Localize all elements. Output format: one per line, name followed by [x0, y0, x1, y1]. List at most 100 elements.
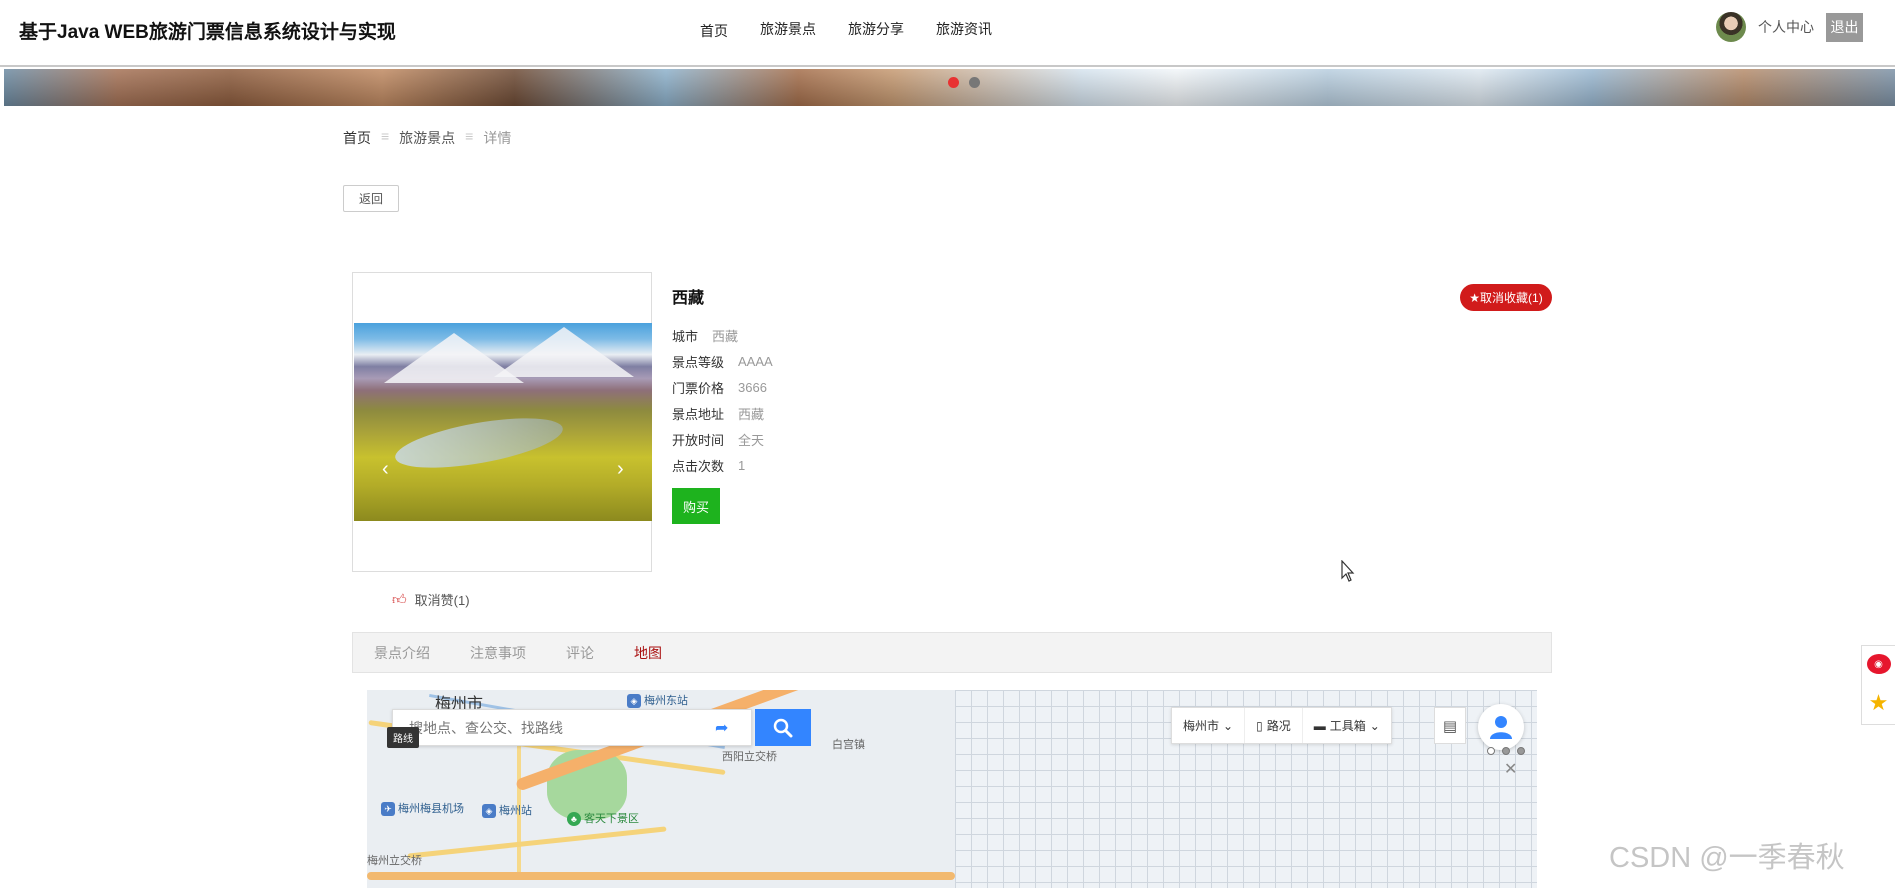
nav-travel-share[interactable]: 旅游分享: [848, 19, 904, 39]
map-label-airport: ✈ 梅州梅县机场: [381, 800, 464, 817]
map-toolbar: 梅州市 ⌄ ▯ 路况 ▬ 工具箱 ⌄: [1171, 707, 1392, 744]
info-row-level: 景点等级 AAAA: [672, 348, 773, 374]
tab-map[interactable]: 地图: [634, 643, 662, 663]
map-label-baigong: 白宫镇: [832, 739, 865, 751]
logout-button[interactable]: 退出: [1826, 12, 1863, 42]
chevron-down-icon: ⌄: [1223, 718, 1234, 733]
close-icon[interactable]: ✕: [1504, 759, 1517, 779]
breadcrumb-scenic-spots[interactable]: 旅游景点: [399, 128, 455, 148]
info-row-clicks: 点击次数 1: [672, 452, 773, 478]
airport-icon: ✈: [381, 802, 395, 817]
field-label: 景点等级: [672, 354, 725, 370]
buy-button[interactable]: 购买: [672, 488, 720, 524]
tab-introduction[interactable]: 景点介绍: [374, 643, 430, 663]
thumbs-up-icon: 👍︎: [392, 591, 407, 607]
banner-carousel: [4, 69, 1895, 106]
field-value: 西藏: [712, 328, 739, 344]
map-road: [407, 826, 667, 859]
prev-arrow-icon[interactable]: ‹: [382, 458, 389, 481]
traffic-toggle[interactable]: ▯ 路况: [1245, 708, 1303, 743]
train-station-icon: ◈: [627, 694, 641, 709]
map-search-button[interactable]: [755, 709, 811, 746]
user-area: 个人中心 退出: [1716, 12, 1863, 42]
traffic-light-icon: ▯: [1256, 718, 1263, 733]
breadcrumb-separator: ≡: [381, 128, 390, 144]
watermark: CSDN @一季春秋: [1609, 842, 1845, 874]
message-icon: ▤: [1442, 717, 1458, 735]
map-widget[interactable]: 梅州市 ◈ 梅州东站 西阳立交桥 白宫镇 ✈ 梅州梅县机场 ◈ 梅州站 ♣ 客天下景区 …: [367, 690, 1537, 888]
tab-notes[interactable]: 注意事项: [470, 643, 526, 663]
field-value: 3666: [738, 379, 767, 395]
directions-icon[interactable]: ➦: [715, 718, 728, 738]
map-label-interchange-west: 西阳立交桥: [722, 751, 777, 763]
avatar[interactable]: [1716, 12, 1746, 42]
spot-info: 西藏 城市 西藏 景点等级 AAAA 门票价格 3666 景点地址 西藏 开放时…: [672, 284, 773, 524]
map-pager-dot[interactable]: [1502, 747, 1510, 755]
user-center-link[interactable]: 个人中心: [1758, 17, 1814, 37]
map-label-station: ◈ 梅州站: [482, 802, 532, 819]
field-value: AAAA: [738, 353, 773, 369]
breadcrumb: 首页 ≡ 旅游景点 ≡ 详情: [343, 128, 511, 148]
breadcrumb-separator: ≡: [465, 128, 474, 144]
river: [391, 408, 567, 478]
carousel-dot-2[interactable]: [969, 77, 980, 88]
nav-scenic-spots[interactable]: 旅游景点: [760, 19, 816, 39]
tab-comments[interactable]: 评论: [566, 643, 594, 663]
map-search-box: ➦: [392, 709, 752, 746]
info-row-address: 景点地址 西藏: [672, 400, 773, 426]
site-title: 基于Java WEB旅游门票信息系统设计与实现: [19, 22, 396, 43]
toolbox-icon: ▬: [1313, 718, 1326, 733]
unlike-button[interactable]: 👍︎ 取消赞(1): [392, 590, 470, 609]
mouse-cursor-icon: [1341, 560, 1355, 582]
mountain-peak: [494, 327, 634, 377]
map-pager-dot[interactable]: [1487, 747, 1495, 755]
map-label-text: 梅州东站: [644, 695, 688, 707]
toolbox-menu[interactable]: ▬ 工具箱 ⌄: [1303, 708, 1391, 743]
message-button[interactable]: ▤: [1434, 707, 1466, 744]
info-row-price: 门票价格 3666: [672, 374, 773, 400]
carousel-dot-1[interactable]: [948, 77, 959, 88]
map-label-interchange: 梅州立交桥: [367, 855, 422, 867]
breadcrumb-home[interactable]: 首页: [343, 128, 371, 148]
next-arrow-icon[interactable]: ›: [617, 458, 624, 481]
field-label: 门票价格: [672, 380, 725, 396]
field-value: 西藏: [738, 406, 765, 422]
search-icon: [773, 718, 793, 737]
field-label: 城市: [672, 328, 699, 344]
scenic-spot-icon: ♣: [567, 812, 581, 827]
field-label: 开放时间: [672, 432, 725, 448]
map-road: [367, 872, 955, 880]
map-user-button[interactable]: [1478, 704, 1524, 750]
field-value: 全天: [738, 432, 765, 448]
train-station-icon: ◈: [482, 804, 496, 819]
nav-travel-news[interactable]: 旅游资讯: [936, 19, 992, 39]
qzone-star-icon[interactable]: ★: [1869, 690, 1889, 716]
info-row-hours: 开放时间 全天: [672, 426, 773, 452]
toolbox-label: 工具箱: [1329, 719, 1366, 733]
map-search-input[interactable]: [393, 710, 703, 745]
map-label-east-station: ◈ 梅州东站: [627, 692, 688, 709]
unfavorite-button[interactable]: ★取消收藏(1): [1460, 284, 1552, 311]
map-label-text: 梅州站: [499, 805, 532, 817]
back-button[interactable]: 返回: [343, 185, 399, 212]
breadcrumb-current: 详情: [483, 130, 512, 146]
unlike-label: 取消赞(1): [414, 593, 470, 608]
user-icon: [1490, 716, 1512, 739]
traffic-label: 路况: [1266, 719, 1291, 733]
image-gallery: ‹ ›: [352, 272, 652, 572]
route-tooltip: 路线: [387, 727, 419, 748]
map-label-text: 梅州梅县机场: [398, 803, 464, 815]
weibo-icon[interactable]: ◉: [1866, 654, 1891, 674]
map-pager-dot[interactable]: [1517, 747, 1525, 755]
detail-tabs: 景点介绍 注意事项 评论 地图: [352, 632, 1552, 673]
city-select[interactable]: 梅州市 ⌄: [1172, 708, 1246, 743]
map-label-scenic: ♣ 客天下景区: [567, 810, 639, 827]
spot-name: 西藏: [672, 290, 705, 307]
field-label: 点击次数: [672, 458, 725, 474]
share-sidebar: ◉ ★: [1861, 645, 1895, 725]
main-nav: 首页 旅游景点 旅游分享 旅游资讯: [700, 19, 992, 39]
city-select-label: 梅州市: [1183, 719, 1220, 733]
field-value: 1: [738, 457, 746, 473]
chevron-down-icon: ⌄: [1369, 718, 1380, 733]
nav-home[interactable]: 首页: [700, 21, 728, 41]
